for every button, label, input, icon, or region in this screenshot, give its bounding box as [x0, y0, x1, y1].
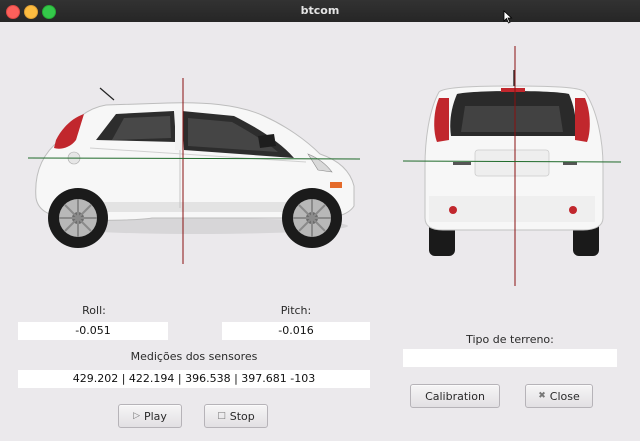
app-window: btcom Roll: -0.051 Pitch: -0.016 Mediçõe… — [0, 0, 640, 441]
roll-label: Roll: — [82, 304, 106, 317]
pitch-label: Pitch: — [280, 304, 312, 317]
calibration-button-label: Calibration — [425, 389, 485, 403]
title-bar: btcom — [0, 0, 640, 24]
pitch-value-field[interactable]: -0.016 — [222, 322, 370, 340]
play-button-label: Play — [143, 409, 167, 423]
terrain-label: Tipo de terreno: — [466, 333, 554, 346]
terrain-value-field[interactable] — [403, 349, 617, 367]
sensors-label: Medições dos sensores — [130, 350, 258, 363]
stop-button[interactable]: □ Stop — [204, 404, 268, 428]
sensors-value-field[interactable]: 429.202 | 422.194 | 396.538 | 397.681 -1… — [18, 370, 370, 388]
car-rear-view — [403, 46, 621, 286]
car-side-view — [28, 78, 360, 264]
play-button[interactable]: ▷ Play — [118, 404, 182, 428]
roll-value-field[interactable]: -0.051 — [18, 322, 168, 340]
calibration-button[interactable]: Calibration — [410, 384, 500, 408]
close-button-label: Close — [549, 389, 580, 403]
window-title: btcom — [300, 4, 340, 17]
stop-icon: □ — [217, 411, 226, 421]
stop-button-label: Stop — [229, 409, 255, 423]
close-button[interactable]: ✖ Close — [525, 384, 593, 408]
close-icon: ✖ — [538, 391, 546, 401]
mouse-cursor-icon — [503, 10, 513, 24]
play-icon: ▷ — [133, 411, 140, 421]
